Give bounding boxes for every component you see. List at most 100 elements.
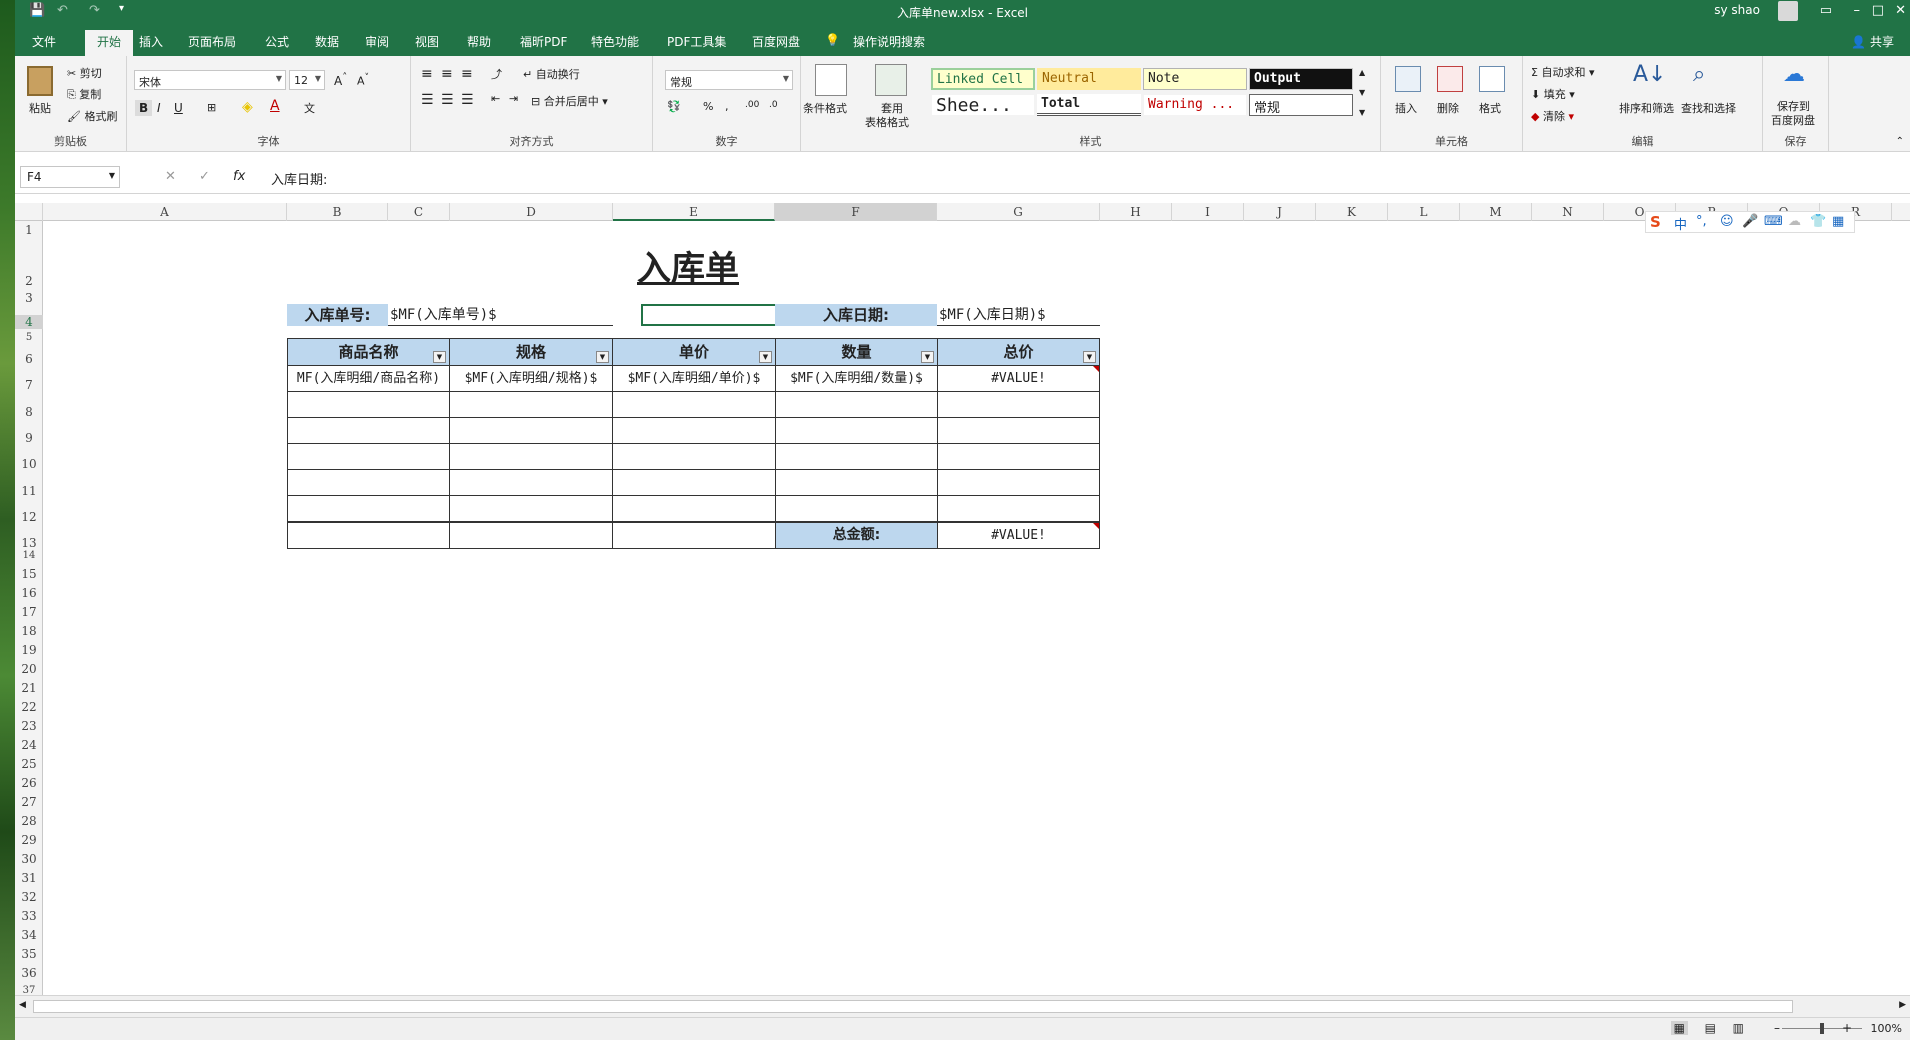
column-header[interactable]: N — [1532, 203, 1604, 221]
align-top-icon[interactable]: ≡ — [421, 66, 433, 82]
percent-icon[interactable]: % — [703, 100, 713, 113]
insert-cells-button[interactable]: 插入 — [1395, 100, 1417, 116]
increase-decimal-icon[interactable]: .00 — [745, 100, 759, 110]
tab-file[interactable]: 文件 — [32, 33, 56, 50]
column-header[interactable]: E — [613, 203, 775, 221]
increase-font-icon[interactable]: A˄ — [334, 72, 347, 88]
paste-icon[interactable] — [27, 66, 53, 96]
find-select-icon[interactable]: ⌕ — [1693, 62, 1705, 87]
table-cell[interactable] — [287, 443, 450, 470]
sogou-logo-icon[interactable]: S — [1650, 213, 1661, 231]
indent-decrease-icon[interactable]: ⇤ — [491, 92, 500, 105]
table-cell[interactable] — [287, 469, 450, 496]
column-header[interactable]: I — [1172, 203, 1244, 221]
table-cell[interactable] — [612, 417, 776, 444]
cut-button[interactable]: ✂ 剪切 — [67, 65, 102, 81]
page-layout-view-icon[interactable]: ▤ — [1705, 1021, 1716, 1035]
row-header[interactable]: 21 — [15, 681, 43, 695]
copy-button[interactable]: ⎘ 复制 — [67, 86, 101, 102]
emoji-icon[interactable]: ☺ — [1720, 214, 1734, 229]
table-header-cell[interactable]: 规格 ▼ — [449, 338, 613, 366]
column-header[interactable]: D — [450, 203, 613, 221]
sort-filter-icon[interactable]: A↓ — [1633, 62, 1666, 87]
format-painter-button[interactable]: 🖌 格式刷 — [67, 108, 117, 124]
style-normal[interactable]: 常规 — [1249, 94, 1353, 116]
fill-color-icon[interactable]: ◈ — [242, 99, 253, 115]
formula-input[interactable]: 入库日期: — [265, 166, 1905, 188]
row-header[interactable]: 14 — [15, 550, 43, 561]
table-cell[interactable] — [937, 469, 1100, 496]
order-number-value[interactable]: $MF(入库单号)$ — [388, 304, 613, 326]
tab-formulas[interactable]: 公式 — [265, 33, 289, 50]
paste-button[interactable]: 粘贴 — [29, 100, 51, 116]
toolbox-icon[interactable]: ▦ — [1832, 214, 1844, 229]
filter-dropdown-icon[interactable]: ▼ — [759, 351, 772, 363]
filter-dropdown-icon[interactable]: ▼ — [921, 351, 934, 363]
italic-button[interactable]: I — [157, 101, 161, 115]
sort-filter-button[interactable]: 排序和筛选 — [1619, 100, 1674, 116]
styles-more-icon[interactable]: ▼ — [1359, 108, 1365, 117]
row-header[interactable]: 26 — [15, 776, 43, 790]
total-amount-value-cell[interactable]: #VALUE! — [937, 522, 1100, 549]
table-header-cell[interactable]: 数量 ▼ — [775, 338, 938, 366]
table-header-cell[interactable]: 单价 ▼ — [612, 338, 776, 366]
font-size-select[interactable]: 12 ▼ — [289, 70, 325, 90]
format-cells-icon[interactable] — [1479, 66, 1505, 92]
column-header[interactable]: F — [775, 203, 937, 221]
user-name[interactable]: sy shao — [1714, 3, 1760, 17]
style-warning[interactable]: Warning ... — [1143, 94, 1247, 116]
tab-page-layout[interactable]: 页面布局 — [188, 33, 236, 50]
scroll-thumb[interactable] — [33, 1000, 1793, 1013]
tab-view[interactable]: 视图 — [415, 33, 439, 50]
row-header[interactable]: 17 — [15, 605, 43, 619]
filter-dropdown-icon[interactable]: ▼ — [596, 351, 609, 363]
wrap-text-button[interactable]: ↵ 自动换行 — [523, 66, 580, 82]
row-header[interactable]: 1 — [15, 223, 43, 237]
selected-cell-indicator[interactable] — [641, 304, 786, 326]
row-header[interactable]: 34 — [15, 928, 43, 942]
tab-baidu-netdisk[interactable]: 百度网盘 — [752, 33, 800, 50]
row-header[interactable]: 33 — [15, 909, 43, 923]
comma-icon[interactable]: , — [725, 100, 729, 113]
horizontal-scrollbar[interactable]: ◀ ▶ — [15, 995, 1910, 1017]
align-right-icon[interactable]: ☰ — [461, 92, 474, 108]
indent-increase-icon[interactable]: ⇥ — [509, 92, 518, 105]
total-amount-label[interactable]: 总金额: — [775, 522, 938, 549]
column-header[interactable]: G — [937, 203, 1100, 221]
table-cell[interactable]: MF(入库明细/商品名称) — [287, 365, 450, 392]
zoom-slider-thumb[interactable] — [1820, 1023, 1824, 1034]
row-header[interactable]: 31 — [15, 871, 43, 885]
table-cell[interactable] — [612, 391, 776, 418]
align-center-icon[interactable]: ☰ — [441, 92, 454, 108]
filter-dropdown-icon[interactable]: ▼ — [1083, 351, 1096, 363]
shirt-icon[interactable]: 👕 — [1810, 214, 1826, 229]
row-header[interactable]: 7 — [15, 378, 43, 392]
clear-button[interactable]: ◆ 清除 ▾ — [1531, 108, 1574, 124]
delete-cells-button[interactable]: 删除 — [1437, 100, 1459, 116]
close-icon[interactable]: ✕ — [1895, 3, 1906, 18]
row-header[interactable]: 22 — [15, 700, 43, 714]
tab-foxit-pdf[interactable]: 福昕PDF — [520, 33, 567, 50]
table-cell[interactable] — [449, 522, 613, 549]
row-header[interactable]: 32 — [15, 890, 43, 904]
zoom-in-icon[interactable]: + — [1842, 1021, 1852, 1035]
avatar[interactable] — [1778, 1, 1798, 21]
table-format-label-2[interactable]: 表格格式 — [865, 114, 909, 130]
microphone-icon[interactable]: 🎤 — [1742, 214, 1758, 229]
row-header[interactable]: 23 — [15, 719, 43, 733]
normal-view-icon[interactable]: ▦ — [1670, 1021, 1688, 1035]
row-header[interactable]: 11 — [15, 484, 43, 498]
table-cell[interactable] — [449, 391, 613, 418]
column-header[interactable]: A — [43, 203, 287, 221]
bold-button[interactable]: B — [135, 100, 153, 116]
row-header[interactable]: 5 — [15, 332, 43, 343]
row-header[interactable]: 6 — [15, 352, 43, 366]
align-left-icon[interactable]: ☰ — [421, 92, 434, 108]
table-cell[interactable] — [287, 522, 450, 549]
date-label-cell[interactable]: 入库日期: — [775, 304, 937, 326]
row-header[interactable]: 16 — [15, 586, 43, 600]
style-sheet-title[interactable]: Shee... — [931, 94, 1035, 116]
number-format-select[interactable]: 常规 ▼ — [665, 70, 793, 90]
tell-me-search[interactable]: 操作说明搜索 — [853, 33, 925, 50]
tab-help[interactable]: 帮助 — [467, 33, 491, 50]
